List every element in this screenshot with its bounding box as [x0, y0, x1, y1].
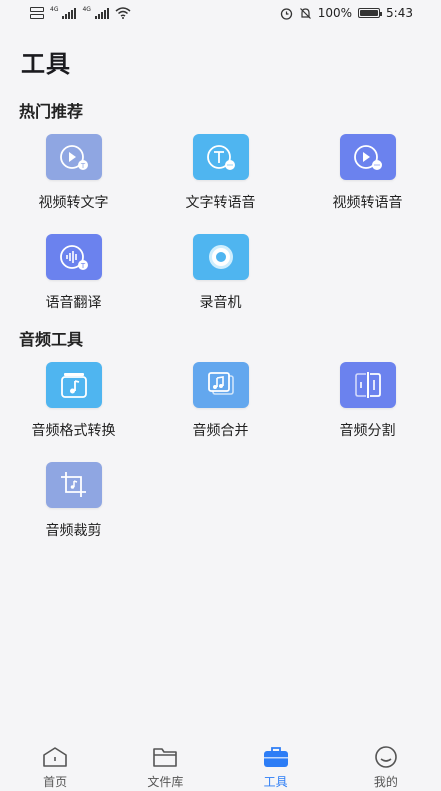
tool-audio-split[interactable]: 音频分割 [294, 362, 441, 440]
page-title: 工具 [21, 50, 71, 78]
tab-label: 我的 [373, 775, 398, 789]
alarm-icon [280, 7, 292, 20]
network-type-label-2: 4G [82, 5, 91, 13]
tool-audio-merge[interactable]: 音频合并 [147, 362, 294, 440]
bottom-tab-bar: 首页 文件库 工具 我的 [0, 739, 441, 791]
folder-icon [152, 745, 178, 769]
battery-percent: 100% [317, 6, 353, 20]
video-to-speech-icon [339, 134, 396, 180]
signal-icon-2 [94, 7, 109, 19]
tool-label: 录音机 [199, 295, 242, 311]
status-bar: 4G 4G 100% 5:43 [0, 0, 441, 26]
tab-label: 首页 [43, 775, 68, 789]
audio-format-convert-icon [45, 362, 102, 408]
svg-text:T: T [79, 262, 85, 270]
tab-label: 文件库 [147, 775, 184, 789]
status-right: 100% 5:43 [280, 6, 413, 20]
home-icon [42, 745, 68, 769]
audio-merge-icon [192, 362, 249, 408]
tool-label: 音频裁剪 [45, 523, 102, 539]
audio-tools-grid: 音频格式转换 音频合并 音频分割 音频裁剪 [0, 362, 441, 540]
section-title-hot: 热门推荐 [19, 102, 84, 121]
wifi-icon [115, 7, 131, 19]
battery-icon [358, 8, 383, 18]
tool-video-to-text[interactable]: T 视频转文字 [0, 134, 147, 212]
tool-label: 音频分割 [339, 423, 396, 439]
tab-home[interactable]: 首页 [0, 745, 110, 790]
toolbox-icon [263, 745, 289, 769]
status-left: 4G 4G [30, 5, 131, 19]
tool-label: 视频转文字 [38, 195, 109, 211]
clock-time: 5:43 [386, 6, 413, 20]
text-to-speech-icon [192, 134, 249, 180]
tool-label: 音频合并 [192, 423, 249, 439]
tool-recorder[interactable]: 录音机 [147, 234, 294, 312]
network-type-label: 4G [50, 5, 59, 13]
smile-icon [373, 745, 399, 769]
tool-audio-format-convert[interactable]: 音频格式转换 [0, 362, 147, 440]
hot-tools-grid: T 视频转文字 文字转语音 视频转语音 T 语音翻译 录音机 [0, 134, 441, 312]
signal-icon [62, 7, 77, 19]
tool-video-to-speech[interactable]: 视频转语音 [294, 134, 441, 212]
tool-text-to-speech[interactable]: 文字转语音 [147, 134, 294, 212]
tab-mine[interactable]: 我的 [331, 745, 441, 790]
audio-split-icon [339, 362, 396, 408]
tool-audio-crop[interactable]: 音频裁剪 [0, 462, 147, 540]
tab-tools[interactable]: 工具 [221, 745, 331, 790]
svg-text:T: T [79, 162, 85, 170]
voice-translate-icon: T [45, 234, 102, 280]
section-title-audio: 音频工具 [19, 330, 84, 349]
video-to-text-icon: T [45, 134, 102, 180]
tool-label: 语音翻译 [45, 295, 102, 311]
tool-label: 音频格式转换 [31, 423, 116, 439]
tool-voice-translate[interactable]: T 语音翻译 [0, 234, 147, 312]
tool-label: 文字转语音 [185, 195, 256, 211]
tab-label: 工具 [263, 775, 288, 789]
recorder-icon [192, 234, 249, 280]
audio-crop-icon [45, 462, 102, 508]
mute-icon [299, 7, 311, 19]
tool-label: 视频转语音 [332, 195, 403, 211]
dual-sim-icon [30, 7, 44, 19]
tab-files[interactable]: 文件库 [110, 745, 220, 790]
